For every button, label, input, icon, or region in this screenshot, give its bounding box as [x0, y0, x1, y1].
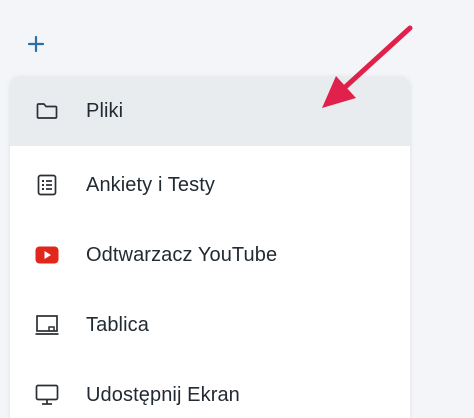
menu-item-youtube-player[interactable]: Odtwarzacz YouTube — [10, 220, 410, 290]
menu-item-label: Udostępnij Ekran — [86, 383, 240, 406]
menu-item-files[interactable]: Pliki — [10, 76, 410, 146]
add-content-menu: Pliki Ankiety i Testy Odtwarzacz YouTube — [10, 76, 410, 418]
menu-item-whiteboard[interactable]: Tablica — [10, 290, 410, 360]
menu-item-label: Ankiety i Testy — [86, 173, 215, 196]
monitor-icon — [34, 382, 60, 408]
menu-item-share-screen[interactable]: Udostępnij Ekran — [10, 360, 410, 418]
folder-icon — [34, 98, 60, 124]
menu-item-label: Tablica — [86, 313, 149, 336]
plus-icon — [27, 35, 45, 53]
youtube-icon — [34, 242, 60, 268]
add-button[interactable] — [22, 30, 50, 58]
menu-item-label: Odtwarzacz YouTube — [86, 243, 278, 266]
menu-item-label: Pliki — [86, 99, 124, 122]
whiteboard-icon — [34, 312, 60, 338]
menu-item-polls-tests[interactable]: Ankiety i Testy — [10, 150, 410, 220]
list-icon — [34, 172, 60, 198]
